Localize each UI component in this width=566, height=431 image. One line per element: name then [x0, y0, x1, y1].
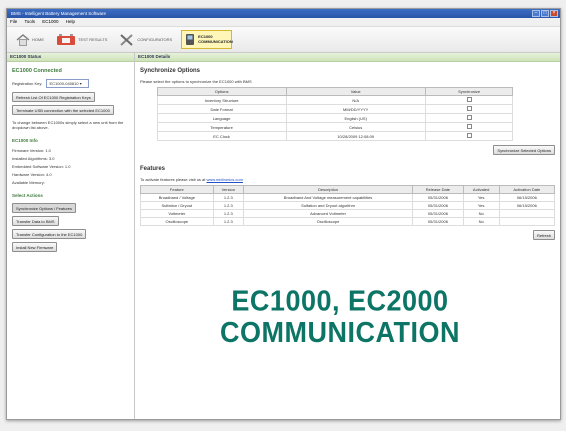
hardware-version: Hardware Version: 4.0: [12, 172, 52, 177]
sync-checkbox[interactable]: [466, 115, 472, 120]
embedded-software-version: Embedded Software Version: 1.0: [12, 164, 71, 169]
main-area: EC1000 Status EC1000 Connected Registrat…: [7, 53, 560, 419]
status-pane-header: EC1000 Status: [7, 53, 134, 62]
features-description: To activate features please visit us at: [140, 177, 206, 182]
features-title: Features: [140, 166, 166, 172]
configurators-button[interactable]: CONFIGURATORS: [116, 31, 175, 49]
maximize-icon[interactable]: □: [541, 10, 549, 17]
info-title: EC1000 Info: [12, 138, 38, 143]
available-memory: Available Memory:: [12, 180, 45, 185]
sync-title: Synchronize Options: [140, 68, 201, 74]
feat-col-feature: Feature: [140, 185, 214, 194]
details-pane-header: EC1000 Details: [135, 53, 560, 62]
menu-help[interactable]: Help: [66, 19, 75, 24]
toolbar: HOME TEST RESULTS CONFIGURATORS EC1000 C…: [7, 27, 560, 53]
sync-col-synchronize: Synchronize: [424, 87, 514, 96]
menu-bar: File Tools EC1000 Help: [7, 18, 560, 27]
sync-col-value: Value: [285, 87, 426, 96]
sync-options-table: Options Value Synchronize Inventory Stru…: [156, 87, 514, 141]
caption-line-1: EC1000, EC2000: [231, 285, 449, 318]
menu-ec1000[interactable]: EC1000: [42, 19, 58, 24]
window-controls: – □ ×: [532, 10, 558, 17]
transfer-config-button[interactable]: Transfer Configuration to the EC1000: [12, 229, 87, 239]
sync-checkbox[interactable]: [466, 97, 472, 102]
home-icon: [16, 33, 30, 46]
refresh-features-button[interactable]: Refresh: [532, 230, 555, 240]
table-row: Temperature Celsius: [156, 122, 514, 132]
window-title: BMS - Intelligent Battery Management Sof…: [11, 11, 107, 16]
refresh-keys-button[interactable]: Refresh List Of EC1000 Registration Keys: [12, 92, 95, 102]
close-icon[interactable]: ×: [550, 10, 558, 17]
table-row: Date Format MM/DD/YYYY: [156, 104, 514, 114]
home-button[interactable]: HOME: [13, 32, 47, 48]
product-caption: EC1000, EC2000 COMMUNICATION: [135, 286, 545, 349]
registration-key-label: Registration Key:: [12, 81, 43, 86]
table-row: Voltmeter 1.2.3 Advanced Voltmeter 05/31/2…: [140, 209, 556, 218]
transfer-data-button[interactable]: Transfer Data to BMS: [12, 216, 59, 226]
install-firmware-button[interactable]: Install New Firmware: [12, 242, 58, 252]
details-pane: EC1000 Details Synchronize Options Pleas…: [135, 53, 560, 419]
firmware-version: Firmware Version: 1.0: [12, 148, 51, 153]
device-icon: [186, 34, 195, 45]
table-row: Oscilloscope 1.2.3 Oscilloscope 05/31/2006…: [140, 217, 556, 226]
feat-col-version: Version: [212, 185, 244, 194]
table-row: Sulfation / Dryout 1.2.3 Sulfation and Dry…: [140, 201, 556, 210]
table-row: Language English (US): [156, 113, 514, 123]
terminate-connection-button[interactable]: Terminate USB connection with the select…: [12, 105, 114, 115]
table-row: Broadband / Voltage 1.2.3 Broadband And Vo…: [140, 193, 556, 202]
test-results-button[interactable]: TEST RESULTS: [53, 31, 110, 49]
installed-algorithms: Installed Algorithms: 3.0: [12, 156, 55, 161]
title-bar: BMS - Intelligent Battery Management Sof…: [7, 9, 560, 18]
sync-checkbox[interactable]: [466, 124, 472, 129]
minimize-icon[interactable]: –: [532, 10, 540, 17]
caption-line-2: COMMUNICATION: [220, 317, 460, 349]
feat-col-release-date: Release Date: [412, 185, 464, 194]
change-unit-note: To change between EC1000s simply select …: [12, 120, 124, 130]
synchronize-selected-button[interactable]: Synchronize Selected Options: [493, 145, 555, 155]
sync-options-button[interactable]: Synchronize Options / Features: [12, 203, 77, 213]
app-window: BMS - Intelligent Battery Management Sof…: [6, 8, 561, 420]
menu-tools[interactable]: Tools: [24, 19, 35, 24]
features-link[interactable]: www.midtronics.com: [207, 177, 243, 182]
sync-description: Please select the options to synchronize…: [140, 79, 252, 84]
sync-checkbox[interactable]: [466, 133, 472, 138]
feat-col-activation-date: Activation Date: [498, 185, 556, 194]
table-row: Inventory Structure N/A: [156, 95, 514, 105]
ec1000-communication-button[interactable]: EC1000 COMMUNICATION: [181, 30, 233, 49]
table-row: EC Clock 10/28/2009 12:08:09: [156, 131, 514, 141]
sync-col-options: Options: [156, 87, 287, 96]
features-table: Feature Version Description Release Date…: [140, 185, 556, 226]
test-results-icon: [57, 33, 75, 45]
tools-icon: [120, 33, 134, 46]
sync-checkbox[interactable]: [466, 106, 472, 111]
feat-col-description: Description: [242, 185, 414, 194]
registration-key-select[interactable]: EC1000-040810 ▾: [46, 79, 89, 88]
feat-col-activated: Activated: [462, 185, 500, 194]
menu-file[interactable]: File: [10, 19, 17, 24]
actions-title: Select Actions: [12, 193, 43, 198]
status-pane: EC1000 Status EC1000 Connected Registrat…: [7, 53, 135, 419]
connection-status: EC1000 Connected: [12, 68, 62, 74]
